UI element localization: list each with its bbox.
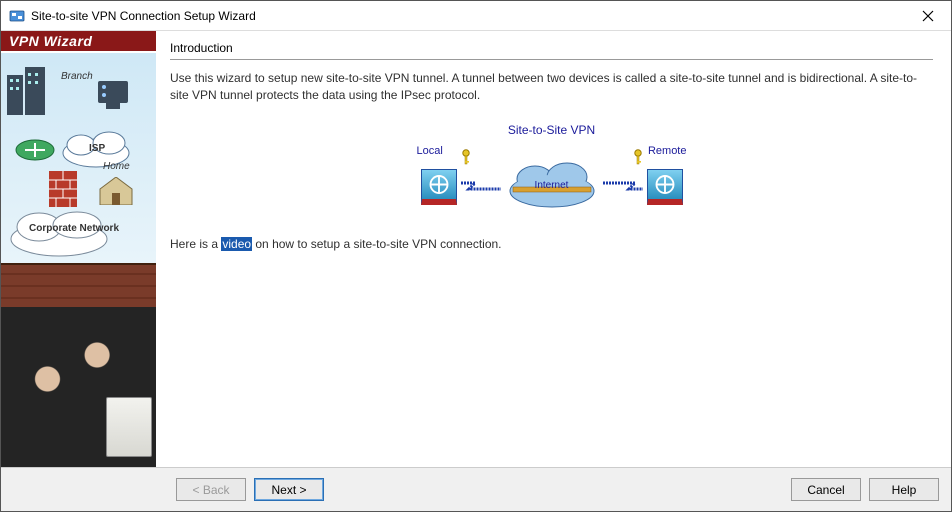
diagram-local-label: Local	[417, 145, 443, 157]
close-button[interactable]	[905, 1, 951, 30]
tunnel-line-icon	[603, 179, 643, 193]
video-link[interactable]: video	[221, 237, 252, 251]
wizard-window: Site-to-site VPN Connection Setup Wizard…	[0, 0, 952, 512]
video-help-line: Here is a video on how to setup a site-t…	[170, 237, 933, 251]
label-branch: Branch	[61, 71, 93, 82]
label-home: Home	[103, 161, 130, 172]
sidebar-banner: VPN Wizard	[1, 31, 156, 53]
building-icon	[7, 67, 45, 115]
diagram-title: Site-to-Site VPN	[417, 123, 687, 137]
firewall-icon	[49, 171, 77, 207]
help-button[interactable]: Help	[869, 478, 939, 501]
label-isp: ISP	[89, 143, 105, 154]
vpn-diagram: Site-to-Site VPN Local Remote	[417, 123, 687, 213]
video-suffix: on how to setup a site-to-site VPN conne…	[252, 237, 501, 251]
tunnel-line-icon	[461, 179, 501, 193]
titlebar: Site-to-site VPN Connection Setup Wizard	[1, 1, 951, 31]
back-button: < Back	[176, 478, 246, 501]
remote-device-icon	[647, 169, 683, 205]
server-icon	[96, 81, 130, 111]
wizard-footer: < Back Next > Cancel Help	[1, 467, 951, 511]
wizard-body: VPN Wizard Branch ISP	[1, 31, 951, 467]
diagram-remote-label: Remote	[648, 145, 687, 157]
key-icon	[633, 149, 643, 165]
video-prefix: Here is a	[170, 237, 221, 251]
home-icon	[98, 177, 134, 205]
intro-text: Use this wizard to setup new site-to-sit…	[170, 70, 933, 105]
cancel-button[interactable]: Cancel	[791, 478, 861, 501]
window-title: Site-to-site VPN Connection Setup Wizard	[31, 9, 905, 23]
label-corporate: Corporate Network	[29, 223, 119, 234]
sidebar: VPN Wizard Branch ISP	[1, 31, 156, 467]
diagram-internet-label: Internet	[535, 180, 569, 191]
router-icon	[15, 139, 55, 161]
corporate-cloud-icon	[9, 211, 109, 257]
local-device-icon	[421, 169, 457, 205]
sidebar-monitor	[106, 397, 152, 457]
sidebar-illustration: Branch ISP	[1, 53, 156, 263]
close-icon	[922, 10, 934, 22]
key-icon	[461, 149, 471, 165]
section-heading: Introduction	[170, 41, 933, 60]
app-icon	[9, 8, 25, 24]
next-button[interactable]: Next >	[254, 478, 324, 501]
main-panel: Introduction Use this wizard to setup ne…	[156, 31, 951, 467]
